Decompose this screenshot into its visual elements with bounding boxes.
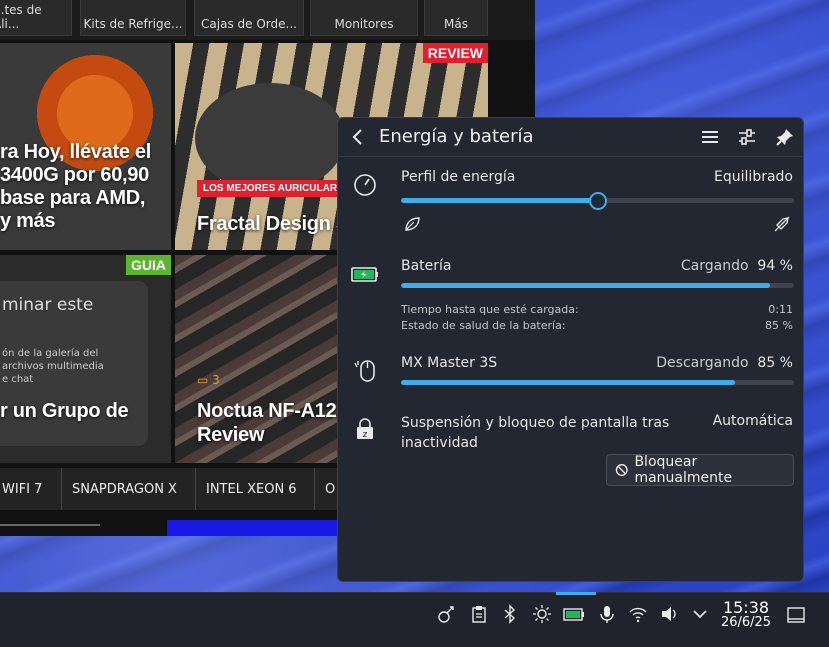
tag-link[interactable]: SNAPDRAGON X: [61, 468, 187, 510]
article-title: ra Hoy, llévate el 3400G por 60,90 base …: [0, 141, 151, 232]
gauge-icon: [354, 174, 376, 196]
bar-fill: [401, 283, 771, 288]
battery-health-value: 85 %: [765, 319, 793, 332]
ad-banner: [167, 520, 339, 536]
panel-title: Energía y batería: [379, 126, 534, 147]
time-to-charge-value: 0:11: [768, 303, 793, 316]
volume-icon[interactable]: [659, 604, 679, 624]
nav-tab-2[interactable]: Kits de Refrige...: [80, 0, 186, 36]
nav-tab-label: Monitores: [334, 17, 394, 31]
battery-health-label: Estado de salud de la batería:: [401, 319, 566, 332]
svg-text:z: z: [363, 430, 368, 440]
rocket-icon: [774, 216, 790, 232]
slider-fill: [401, 198, 598, 203]
microphone-icon[interactable]: [597, 604, 617, 624]
tag-link[interactable]: WIFI 7: [0, 468, 52, 510]
lock-manually-button[interactable]: Bloquear manualmente: [606, 454, 794, 486]
guia-badge: GUIA: [126, 255, 171, 275]
article-title: r un Grupo de: [0, 400, 129, 422]
battery-charging-icon: [351, 267, 378, 282]
energy-battery-panel: Energía y batería Perfil de energía Equi…: [337, 117, 804, 582]
leaf-icon: [405, 217, 420, 231]
nav-tab-label: ...tes de Ali...: [0, 3, 42, 31]
article-title: Fractal Design Sc: [197, 213, 360, 235]
site-navbar: ...tes de Ali... Kits de Refrige... Caja…: [0, 0, 535, 40]
block-icon: [615, 464, 628, 476]
category-label[interactable]: LOS MEJORES AURICULARES: [197, 180, 357, 197]
menu-icon[interactable]: [699, 126, 721, 148]
clock-date[interactable]: 26/6/25: [716, 615, 776, 630]
nav-tab-label: Más: [444, 17, 468, 31]
divider: [0, 524, 100, 526]
lock-manually-label: Bloquear manualmente: [634, 454, 733, 486]
battery-charge-bar: [401, 283, 794, 288]
configure-icon[interactable]: [736, 126, 758, 148]
time-to-charge-label: Tiempo hasta que esté cargada:: [401, 303, 579, 316]
slider-handle[interactable]: [588, 192, 607, 210]
nav-tab-1[interactable]: ...tes de Ali...: [0, 0, 72, 36]
chevron-down-icon[interactable]: [690, 604, 710, 624]
article-title: Noctua NF-A12x Review: [197, 400, 348, 446]
panel-header: Energía y batería: [338, 118, 803, 157]
nav-tab-more[interactable]: Más: [424, 0, 488, 36]
battery-label: Batería: [401, 258, 452, 274]
nav-tab-3[interactable]: Cajas de Orde...: [194, 0, 304, 36]
clipboard-icon[interactable]: [469, 604, 489, 624]
headphones-image: [195, 83, 345, 193]
energy-profile-label: Perfil de energía: [401, 169, 516, 185]
nav-tab-label: Cajas de Orde...: [201, 17, 297, 31]
article-card[interactable]: ra Hoy, llévate el 3400G por 60,90 base …: [0, 43, 171, 250]
comments-count[interactable]: ▭ 3: [197, 373, 220, 387]
mouse-label: MX Master 3S: [401, 355, 498, 371]
tag-link[interactable]: INTEL XEON 6: [195, 468, 307, 510]
mouse-icon: [354, 360, 375, 382]
pin-icon[interactable]: [774, 126, 796, 148]
suspend-label: Suspensión y bloqueo de pantalla tras in…: [401, 415, 670, 451]
brightness-icon[interactable]: [532, 604, 552, 624]
update-icon[interactable]: [437, 604, 457, 624]
wifi-icon[interactable]: [628, 604, 648, 624]
mouse-battery-bar: [401, 380, 794, 385]
show-desktop-icon[interactable]: [786, 605, 806, 625]
bar-fill: [401, 380, 736, 385]
nav-tab-4[interactable]: Monitores: [310, 0, 418, 36]
suspend-value[interactable]: Automática: [713, 413, 793, 429]
back-icon[interactable]: [348, 126, 370, 148]
mouse-status: Descargando 85 %: [656, 355, 793, 371]
article-card[interactable]: minar este ón de la galería del archivos…: [0, 255, 171, 463]
active-indicator: [556, 592, 596, 595]
lock-sleep-icon: z: [357, 418, 373, 440]
battery-tray-icon[interactable]: [562, 604, 586, 624]
energy-profile-value: Equilibrado: [714, 169, 793, 185]
battery-status: Cargando 94 %: [680, 258, 793, 274]
review-badge: REVIEW: [422, 43, 488, 63]
nav-tab-label: Kits de Refrige...: [83, 17, 183, 31]
bluetooth-icon[interactable]: [500, 604, 520, 624]
